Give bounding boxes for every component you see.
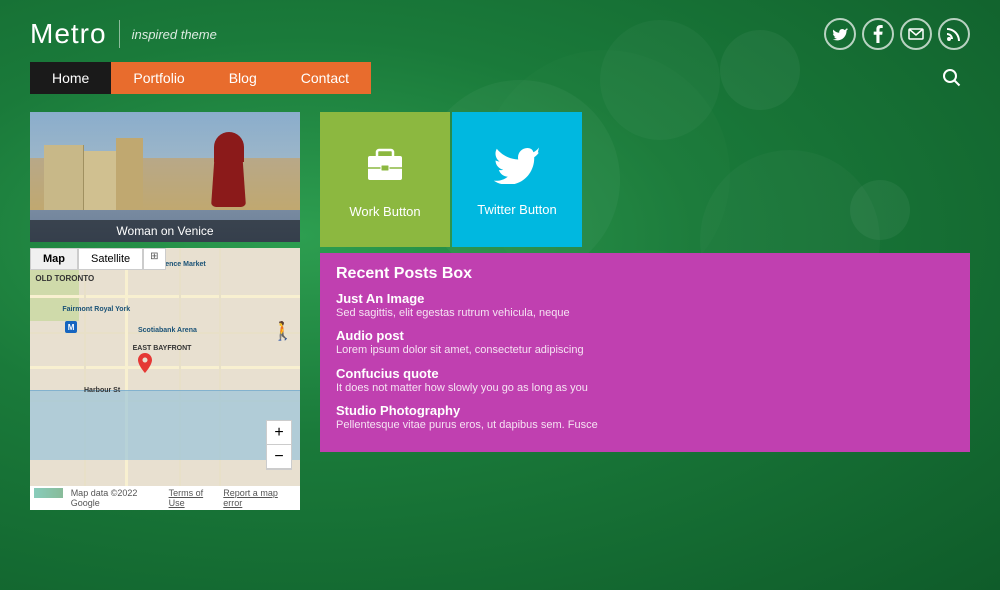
pegman-icon[interactable]: 🚶 <box>272 321 294 342</box>
nav-row: Home Portfolio Blog Contact <box>0 60 1000 96</box>
work-button-tile[interactable]: Work Button <box>320 112 450 247</box>
post-item-1[interactable]: Audio post Lorem ipsum dolor sit amet, c… <box>336 328 954 357</box>
post-item-2[interactable]: Confucius quote It does not matter how s… <box>336 366 954 395</box>
nav-contact[interactable]: Contact <box>279 62 371 94</box>
map-tabs: Map Satellite ⊞ <box>30 248 166 270</box>
map-label-fairmont: Fairmont Royal York <box>62 306 130 313</box>
briefcase-icon <box>360 141 410 196</box>
map-footer: Map data ©2022 Google Terms of Use Repor… <box>30 486 300 510</box>
email-social-icon[interactable] <box>900 18 932 50</box>
map-label-toronto: OLD TORONTO <box>35 274 94 283</box>
post-title-3: Studio Photography <box>336 403 954 418</box>
map-water <box>30 390 300 460</box>
tiles-row: Work Button Twitter Button <box>320 112 970 247</box>
post-title-1: Audio post <box>336 328 954 343</box>
nav-blog[interactable]: Blog <box>207 62 279 94</box>
map-pin <box>138 353 154 373</box>
recent-posts-title: Recent Posts Box <box>336 265 954 283</box>
twitter-button-tile[interactable]: Twitter Button <box>452 112 582 247</box>
twitter-social-icon[interactable] <box>824 18 856 50</box>
map-footer-text: Map data ©2022 Google <box>71 488 165 508</box>
satellite-tab[interactable]: Satellite <box>78 248 143 270</box>
nav-buttons: Home Portfolio Blog Contact <box>30 62 371 94</box>
nav-portfolio[interactable]: Portfolio <box>111 62 206 94</box>
post-item-3[interactable]: Studio Photography Pellentesque vitae pu… <box>336 403 954 432</box>
social-icons <box>824 18 970 50</box>
map-label-scotiabank: Scotiabank Arena <box>138 327 197 334</box>
main-content: Woman on Venice <box>0 112 1000 510</box>
recent-posts-box: Recent Posts Box Just An Image Sed sagit… <box>320 253 970 452</box>
twitter-tile-icon <box>492 142 542 194</box>
post-excerpt-1: Lorem ipsum dolor sit amet, consectetur … <box>336 343 954 357</box>
logo-title: Metro <box>30 18 107 50</box>
map-tile[interactable]: OLD TORONTO St. Lawrence Market EAST BAY… <box>30 248 300 510</box>
zoom-out-button[interactable]: − <box>267 445 291 469</box>
zoom-in-button[interactable]: + <box>267 421 291 445</box>
venice-image-tile[interactable]: Woman on Venice <box>30 112 300 242</box>
left-column: Woman on Venice <box>30 112 300 510</box>
twitter-button-label: Twitter Button <box>477 202 556 217</box>
post-title-2: Confucius quote <box>336 366 954 381</box>
map-terms[interactable]: Terms of Use <box>169 488 220 508</box>
header: Metro inspired theme <box>0 0 1000 60</box>
facebook-social-icon[interactable] <box>862 18 894 50</box>
post-item-0[interactable]: Just An Image Sed sagittis, elit egestas… <box>336 291 954 320</box>
post-excerpt-3: Pellentesque vitae purus eros, ut dapibu… <box>336 418 954 432</box>
nav-home[interactable]: Home <box>30 62 111 94</box>
right-column: Work Button Twitter Button Recent Posts … <box>320 112 970 510</box>
map-label-harbour: Harbour St <box>84 387 120 394</box>
post-title-0: Just An Image <box>336 291 954 306</box>
rss-social-icon[interactable] <box>938 18 970 50</box>
post-excerpt-0: Sed sagittis, elit egestas rutrum vehicu… <box>336 306 954 320</box>
search-button[interactable] <box>934 60 970 96</box>
work-button-label: Work Button <box>349 204 420 219</box>
map-report[interactable]: Report a map error <box>223 488 296 508</box>
map-inner: OLD TORONTO St. Lawrence Market EAST BAY… <box>30 248 300 510</box>
logo-divider <box>119 20 120 48</box>
map-zoom-controls: + − <box>266 420 292 470</box>
map-tab[interactable]: Map <box>30 248 78 270</box>
map-label-eastbayfront: EAST BAYFRONT <box>133 345 192 352</box>
logo-subtitle: inspired theme <box>132 27 217 42</box>
venice-caption: Woman on Venice <box>30 220 300 242</box>
post-excerpt-2: It does not matter how slowly you go as … <box>336 381 954 395</box>
logo-area: Metro inspired theme <box>30 18 217 50</box>
